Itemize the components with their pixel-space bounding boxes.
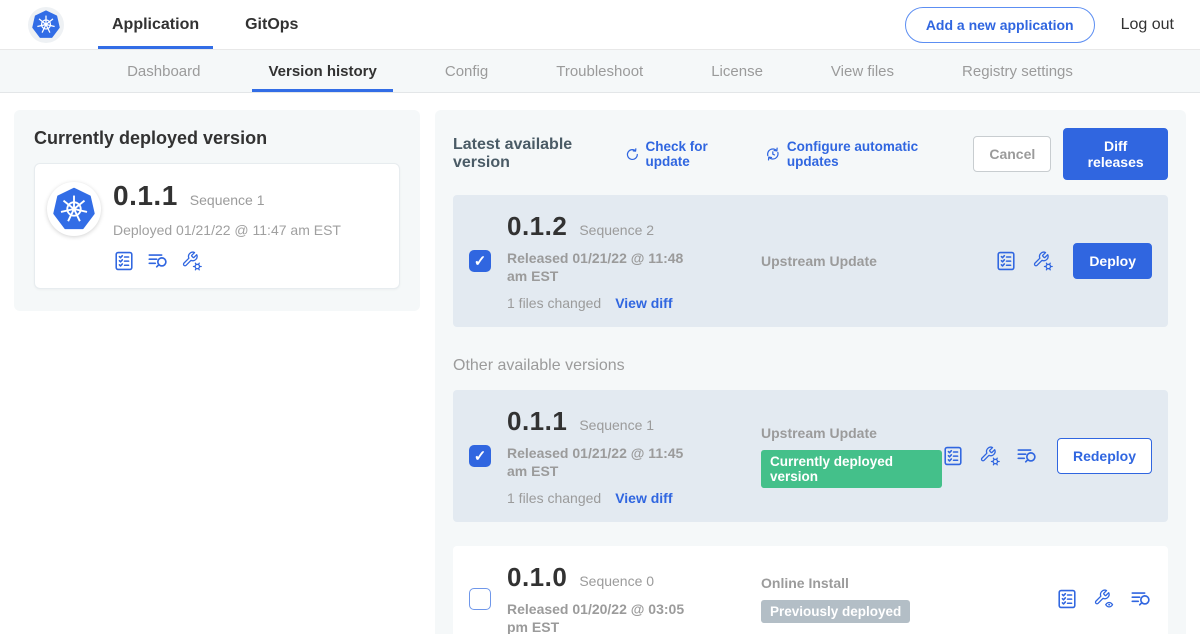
files-changed-label: 1 files changed: [507, 295, 601, 311]
deployed-panel-title: Currently deployed version: [34, 128, 400, 149]
version-label: 0.1.1: [507, 406, 567, 437]
deploy-button[interactable]: Deploy: [1073, 243, 1152, 279]
edit-config-icon[interactable]: [1032, 250, 1054, 272]
subnav-tab-dashboard[interactable]: Dashboard: [121, 50, 206, 92]
version-source-label: Upstream Update: [761, 425, 942, 441]
status-badge: Previously deployed: [761, 600, 910, 623]
version-row: 0.1.0 Sequence 0 Released 01/20/22 @ 03:…: [453, 546, 1168, 634]
version-row: ✓ 0.1.1 Sequence 1 Released 01/21/22 @ 1…: [453, 390, 1168, 522]
released-timestamp: Released 01/20/22 @ 03:05 pm EST: [507, 601, 707, 634]
top-navbar: Application GitOps Add a new application…: [0, 0, 1200, 50]
kubernetes-icon: [53, 187, 95, 231]
app-logo[interactable]: [28, 7, 64, 43]
version-label: 0.1.2: [507, 211, 567, 242]
subnav-tab-version-history[interactable]: Version history: [262, 50, 382, 92]
version-checkbox[interactable]: ✓: [469, 250, 491, 272]
refresh-icon: [625, 146, 640, 163]
sequence-label: Sequence 1: [579, 417, 654, 433]
version-source-label: Online Install: [761, 575, 1056, 591]
subnav-tab-license[interactable]: License: [705, 50, 769, 92]
sequence-label: Sequence 2: [579, 222, 654, 238]
status-badge: Currently deployed version: [761, 450, 942, 488]
version-source-label: Upstream Update: [761, 253, 995, 269]
sequence-label: Sequence 0: [579, 573, 654, 589]
view-files-icon[interactable]: [1016, 445, 1038, 467]
kubernetes-icon: [32, 10, 60, 39]
configure-automatic-updates-link[interactable]: Configure automatic updates: [765, 139, 949, 169]
currently-deployed-panel: Currently deployed version 0.1.1 Sequenc…: [14, 110, 420, 311]
subnav-tab-config[interactable]: Config: [439, 50, 494, 92]
subnav-tab-registry-settings[interactable]: Registry settings: [956, 50, 1079, 92]
version-label: 0.1.0: [507, 562, 567, 593]
cancel-button[interactable]: Cancel: [973, 136, 1051, 172]
subnav-tab-view-files[interactable]: View files: [825, 50, 900, 92]
redeploy-button[interactable]: Redeploy: [1057, 438, 1152, 474]
release-notes-icon[interactable]: [1056, 588, 1078, 610]
deployed-version-card: 0.1.1 Sequence 1 Deployed 01/21/22 @ 11:…: [34, 163, 400, 289]
preflight-view-icon[interactable]: [1093, 588, 1115, 610]
check-for-update-link[interactable]: Check for update: [625, 139, 741, 169]
released-timestamp: Released 01/21/22 @ 11:45 am EST: [507, 445, 707, 480]
logout-button[interactable]: Log out: [1121, 16, 1174, 34]
version-history-panel: Latest available version Check for updat…: [435, 110, 1186, 634]
latest-version-title: Latest available version: [453, 136, 611, 172]
edit-config-icon[interactable]: [979, 445, 1001, 467]
version-checkbox[interactable]: [469, 588, 491, 610]
view-files-icon[interactable]: [147, 250, 169, 272]
edit-config-icon[interactable]: [181, 250, 203, 272]
other-versions-label: Other available versions: [453, 357, 1168, 375]
version-row: ✓ 0.1.2 Sequence 2 Released 01/21/22 @ 1…: [453, 195, 1168, 327]
deployed-version-label: 0.1.1: [113, 180, 178, 212]
topnav-tabs: Application GitOps: [98, 0, 330, 49]
deployed-sequence-label: Sequence 1: [190, 192, 265, 208]
subnav-tab-troubleshoot[interactable]: Troubleshoot: [550, 50, 649, 92]
release-notes-icon[interactable]: [113, 250, 135, 272]
files-changed-label: 1 files changed: [507, 490, 601, 506]
view-files-icon[interactable]: [1130, 588, 1152, 610]
tab-application[interactable]: Application: [98, 0, 213, 49]
deployed-timestamp: Deployed 01/21/22 @ 11:47 am EST: [113, 222, 341, 238]
release-notes-icon[interactable]: [942, 445, 964, 467]
app-subnav: Dashboard Version history Config Trouble…: [0, 50, 1200, 93]
release-notes-icon[interactable]: [995, 250, 1017, 272]
add-application-button[interactable]: Add a new application: [905, 7, 1095, 43]
auto-update-icon: [765, 145, 781, 163]
view-diff-link[interactable]: View diff: [615, 295, 672, 311]
application-icon: [47, 182, 101, 236]
released-timestamp: Released 01/21/22 @ 11:48 am EST: [507, 250, 707, 285]
diff-releases-button[interactable]: Diff releases: [1063, 128, 1168, 180]
tab-gitops[interactable]: GitOps: [231, 0, 312, 49]
view-diff-link[interactable]: View diff: [615, 490, 672, 506]
version-checkbox[interactable]: ✓: [469, 445, 491, 467]
